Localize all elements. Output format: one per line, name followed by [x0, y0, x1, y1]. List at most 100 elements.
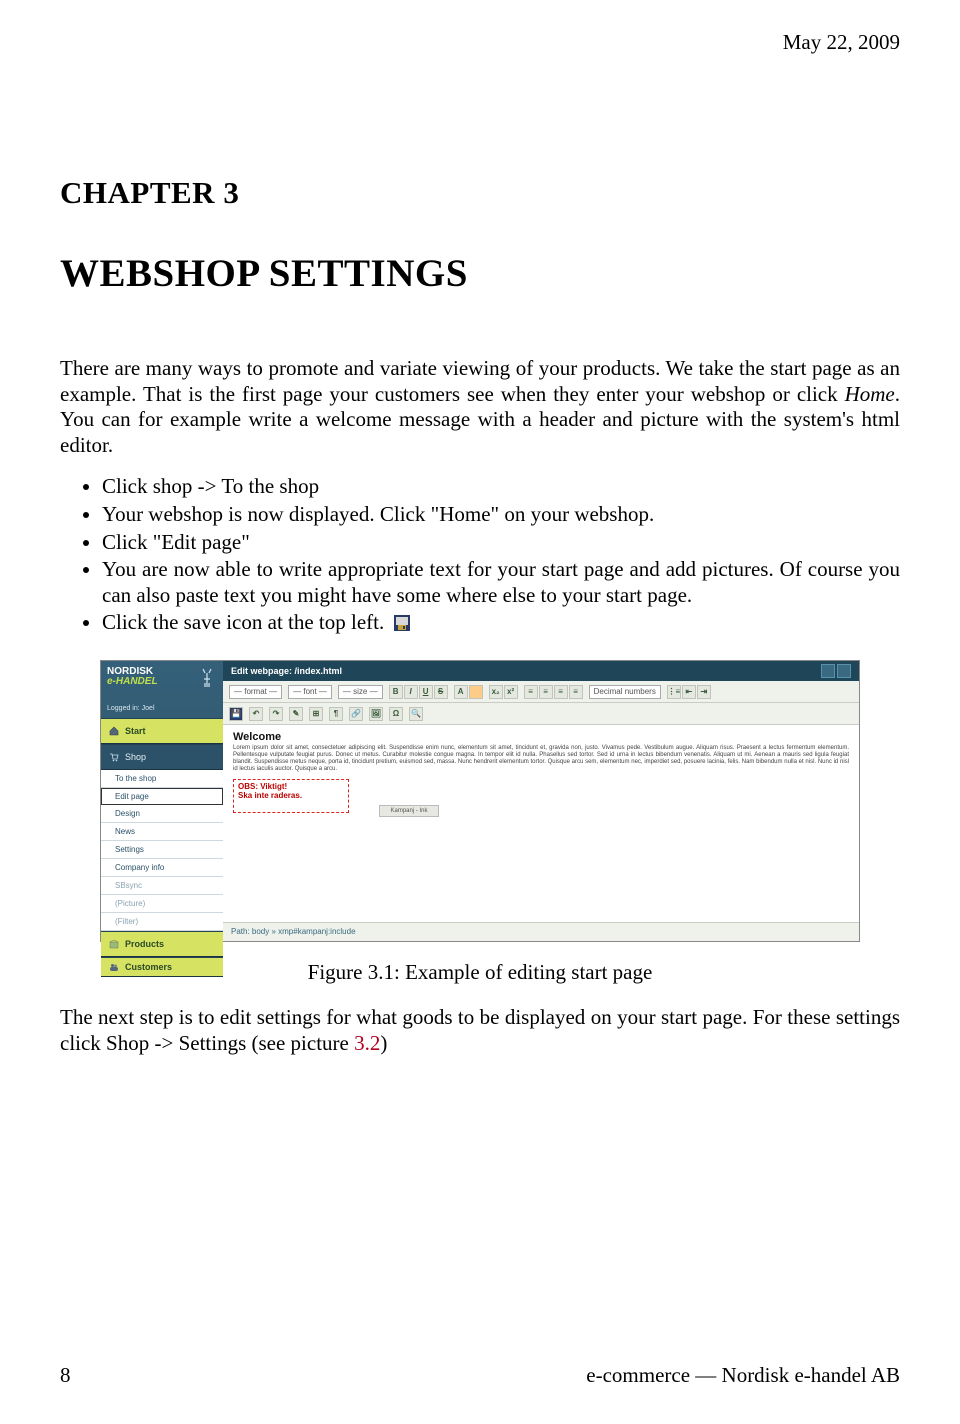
sidebar-sub-picture[interactable]: (Picture) [101, 895, 223, 913]
sidebar-sub-settings[interactable]: Settings [101, 841, 223, 859]
size-select[interactable]: — size — [338, 685, 383, 699]
fig-logo: NORDISK e-HANDEL [101, 661, 223, 703]
save-icon [394, 612, 410, 628]
fig-toolbar-row1: — format — — font — — size — B I U S A x [223, 681, 859, 703]
sidebar-sublist: To the shop Edit page Design News Settin… [101, 770, 223, 931]
link-icon[interactable]: 🔗 [349, 707, 363, 721]
undo-icon[interactable]: ↶ [249, 707, 263, 721]
header-date: May 22, 2009 [60, 30, 900, 55]
content-lorem: Lorem ipsum dolor sit amet, consectetuer… [233, 745, 849, 773]
close-icon[interactable] [837, 664, 851, 678]
cart-icon [109, 752, 119, 762]
logged-label: Logged in: [107, 705, 140, 712]
sidebar-sub-sbsync[interactable]: SBsync [101, 877, 223, 895]
chapter-number: 3 [223, 175, 239, 210]
sidebar-sub-to-shop[interactable]: To the shop [101, 770, 223, 788]
align-left-icon[interactable]: ≡ [524, 685, 538, 699]
list-item: Click "Edit page" [102, 530, 900, 556]
p1-text-a: There are many ways to promote and varia… [60, 356, 900, 406]
sidebar-item-customers[interactable]: Customers [101, 957, 223, 977]
redbox-line2: Ska inte raderas. [238, 791, 344, 800]
image-icon[interactable]: 🖼 [369, 707, 383, 721]
sidebar-item-start[interactable]: Start [101, 718, 223, 744]
strike-icon[interactable]: S [434, 685, 448, 699]
logged-user: Joel [142, 705, 155, 712]
fig-titlebar: Edit webpage: /index.html [223, 661, 859, 681]
sub-icon[interactable]: x₂ [489, 685, 503, 699]
fig-editor-content[interactable]: Welcome Lorem ipsum dolor sit amet, cons… [223, 725, 859, 922]
body-paragraph-1: There are many ways to promote and varia… [60, 356, 900, 458]
fig-ref-link[interactable]: 3.2 [354, 1031, 380, 1055]
align-right-icon[interactable]: ≡ [554, 685, 568, 699]
sidebar-item-shop[interactable]: Shop [101, 744, 223, 770]
table-icon[interactable]: ⊞ [309, 707, 323, 721]
list-ul-icon[interactable]: ⋮≡ [667, 685, 681, 699]
textcolor-icon[interactable]: A [454, 685, 468, 699]
list-item-5-text: Click the save icon at the top left. [102, 610, 384, 634]
sidebar-sub-company-info[interactable]: Company info [101, 859, 223, 877]
content-heading: Welcome [233, 731, 849, 743]
red-warning-box[interactable]: OBS: Viktigt! Ska inte raderas. [233, 779, 349, 813]
chapter-label: CHAPTER 3 [60, 175, 900, 211]
sidebar-sub-edit-page[interactable]: Edit page [101, 788, 223, 805]
sidebar-sub-news[interactable]: News [101, 823, 223, 841]
footer-right: e-commerce — Nordisk e-handel AB [586, 1363, 900, 1388]
redo-icon[interactable]: ↷ [269, 707, 283, 721]
titlebar-text: Edit webpage: /index.html [231, 666, 342, 676]
list-item: Click shop -> To the shop [102, 474, 900, 500]
sidebar-sub-design[interactable]: Design [101, 805, 223, 823]
closing-paragraph: The next step is to edit settings for wh… [60, 1005, 900, 1056]
font-select[interactable]: — font — [288, 685, 332, 699]
list-item: You are now able to write appropriate te… [102, 557, 900, 608]
bgcolor-icon[interactable] [469, 685, 483, 699]
char-icon[interactable]: Ω [389, 707, 403, 721]
help-icon[interactable] [821, 664, 835, 678]
save-icon[interactable]: 💾 [229, 707, 243, 721]
html-icon[interactable]: ✎ [289, 707, 303, 721]
list-item: Your webshop is now displayed. Click "Ho… [102, 502, 900, 528]
fig-toolbar-row2: 💾 ↶ ↷ ✎ ⊞ ¶ 🔗 🖼 Ω 🔍 [223, 703, 859, 725]
sup-icon[interactable]: x² [504, 685, 518, 699]
format-select[interactable]: — format — [229, 685, 282, 699]
redbox-line1: OBS: Viktigt! [238, 782, 344, 791]
page-number: 8 [60, 1363, 71, 1388]
align-center-icon[interactable]: ≡ [539, 685, 553, 699]
page-footer: 8 e-commerce — Nordisk e-handel AB [60, 1363, 900, 1388]
fig-sidebar: NORDISK e-HANDEL Logged in: Joel Start [101, 661, 223, 941]
closing-text-a: The next step is to edit settings for wh… [60, 1005, 900, 1055]
people-icon [109, 962, 119, 972]
fig-path-bar: Path: body » xmp#kampanj:include [223, 922, 859, 939]
fig-logged-in: Logged in: Joel [101, 703, 223, 718]
sidebar-shop-label: Shop [125, 752, 146, 762]
logo-line2: e-HANDEL [107, 676, 158, 687]
drag-element[interactable]: Kampanj - Ink [379, 805, 439, 817]
justify-icon[interactable]: ≡ [569, 685, 583, 699]
chapter-title-prefix: W [60, 252, 100, 295]
chapter-label-rest: HAPTER [83, 175, 215, 210]
house-icon [109, 726, 119, 736]
zoom-icon[interactable]: 🔍 [409, 707, 423, 721]
box-icon [109, 939, 119, 949]
numbers-select[interactable]: Decimal numbers [589, 685, 661, 699]
figure-screenshot: NORDISK e-HANDEL Logged in: Joel Start [100, 660, 860, 942]
chapter-label-prefix: C [60, 175, 83, 210]
sidebar-start-label: Start [125, 726, 146, 736]
bold-icon[interactable]: B [389, 685, 403, 699]
p1-home-ref: Home [845, 382, 895, 406]
fig-main: Edit webpage: /index.html — format — — f… [223, 661, 859, 941]
indent-icon[interactable]: ⇥ [697, 685, 711, 699]
sidebar-sub-filter[interactable]: (Filter) [101, 913, 223, 931]
closing-text-b: ) [380, 1031, 387, 1055]
instruction-list: Click shop -> To the shop Your webshop i… [60, 474, 900, 636]
pagebreak-icon[interactable]: ¶ [329, 707, 343, 721]
chapter-title: WEBSHOP SETTINGS [60, 251, 900, 296]
deer-icon [199, 667, 217, 692]
list-item: Click the save icon at the top left. [102, 610, 900, 636]
chapter-title-rest: EBSHOP SETTINGS [100, 252, 468, 295]
underline-icon[interactable]: U [419, 685, 433, 699]
italic-icon[interactable]: I [404, 685, 418, 699]
sidebar-customers-label: Customers [125, 962, 172, 972]
sidebar-products-label: Products [125, 939, 164, 949]
outdent-icon[interactable]: ⇤ [682, 685, 696, 699]
sidebar-item-products[interactable]: Products [101, 931, 223, 957]
